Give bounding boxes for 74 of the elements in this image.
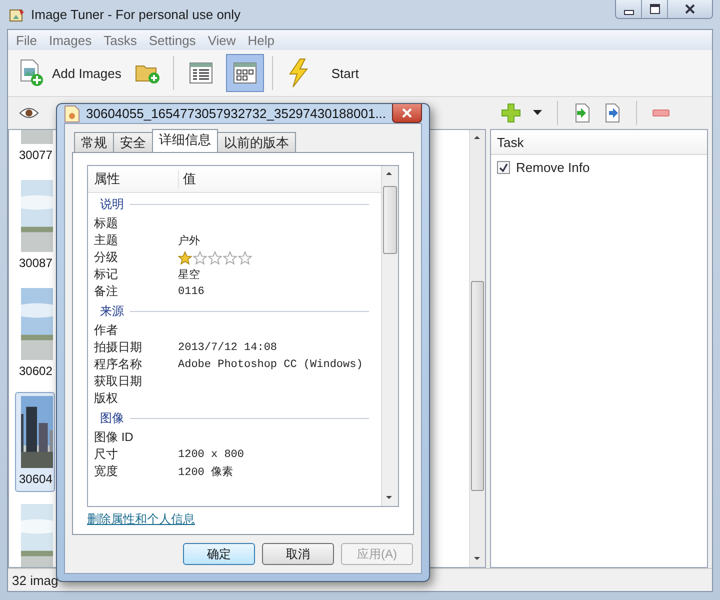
property-name: 图像 ID [94, 429, 134, 446]
property-name: 作者 [94, 322, 119, 339]
export-page-icon[interactable] [603, 103, 621, 123]
property-name: 标记 [94, 266, 119, 283]
column-header[interactable]: 属性 [94, 170, 178, 188]
tab[interactable]: 安全 [113, 132, 153, 152]
filled-star-icon [178, 250, 192, 264]
star-rating[interactable] [178, 250, 252, 264]
close-icon [685, 4, 695, 14]
property-name: 版权 [94, 390, 119, 407]
thumbnail-item[interactable]: 30604 [15, 392, 55, 492]
property-value: 1200 x 800 [178, 448, 246, 460]
property-name: 备注 [94, 283, 119, 300]
section-header: 来源 [100, 302, 124, 320]
task-label: Remove Info [516, 160, 590, 175]
thumbnail-label: 30602 [19, 364, 52, 378]
menu-item[interactable]: Images [42, 32, 98, 48]
property-name: 程序名称 [94, 356, 143, 373]
checkbox[interactable] [497, 161, 510, 174]
close-button[interactable] [392, 104, 422, 123]
status-text: 32 imag [12, 572, 58, 588]
property-value: Adobe Photoshop CC (Windows) [178, 358, 364, 370]
menu-item[interactable]: Settings [142, 32, 202, 48]
property-name: 主题 [94, 232, 119, 249]
property-value: 2013/7/12 14:08 [178, 342, 278, 354]
property-name: 宽度 [94, 463, 119, 480]
scrollbar[interactable] [469, 130, 485, 567]
property-value: 0116 [178, 286, 206, 298]
caret-icon[interactable] [533, 110, 542, 116]
close-icon [402, 108, 412, 118]
menu-item[interactable]: View [202, 32, 242, 48]
list-view-icon [189, 62, 214, 84]
property-value: 1200 像素 [178, 464, 234, 479]
thumbnail-item[interactable]: 30087 [15, 176, 55, 276]
tab[interactable]: 以前的版本 [217, 132, 296, 152]
tab[interactable]: 详细信息 [152, 129, 218, 152]
dialog-title: 30604055_1654773057932732_35297430188001... [86, 106, 386, 121]
property-name: 获取日期 [94, 373, 143, 390]
minus-icon[interactable] [652, 109, 670, 117]
minimize-button[interactable] [616, 0, 641, 18]
section-header: 图像 [100, 410, 124, 426]
thumbnail-item[interactable]: 30602 [15, 284, 55, 384]
property-name: 拍摄日期 [94, 339, 143, 356]
dialog-button[interactable]: 确定 [183, 543, 255, 565]
menu-item[interactable]: File [10, 32, 43, 48]
property-name: 分级 [94, 249, 119, 266]
picture-frame-icon [9, 6, 25, 22]
remove-properties-link[interactable]: 删除属性和个人信息 [87, 511, 195, 528]
property-value: 户外 [178, 234, 201, 248]
thumbnail-view-button[interactable] [226, 54, 264, 92]
scrollbar[interactable] [381, 166, 398, 506]
column-header[interactable]: 值 [178, 170, 375, 188]
property-value: 星空 [178, 268, 201, 282]
dialog-button[interactable]: 取消 [262, 543, 334, 565]
start-button[interactable]: Start [281, 56, 363, 90]
thumbnail-view-icon [233, 62, 258, 84]
property-name: 标题 [94, 215, 119, 232]
maximize-button[interactable] [641, 0, 667, 18]
tab[interactable]: 常规 [74, 132, 114, 152]
add-image-icon [18, 59, 44, 87]
check-icon [499, 163, 508, 172]
thumbnail-label: 30077 [19, 148, 52, 162]
thumbnail-label: 30604 [19, 472, 52, 486]
close-button[interactable] [667, 0, 712, 18]
window-title: Image Tuner - For personal use only [31, 7, 241, 22]
import-page-icon[interactable] [573, 103, 591, 123]
section-header: 说明 [100, 196, 124, 212]
property-name: 尺寸 [94, 446, 119, 463]
menu-item[interactable]: Tasks [98, 32, 143, 48]
image-file-icon [64, 104, 80, 122]
menu-item[interactable]: Help [242, 32, 281, 48]
add-images-button[interactable]: Add Images [14, 57, 126, 89]
eye-icon[interactable] [19, 106, 39, 120]
thumbnail-label: 30087 [19, 256, 52, 270]
